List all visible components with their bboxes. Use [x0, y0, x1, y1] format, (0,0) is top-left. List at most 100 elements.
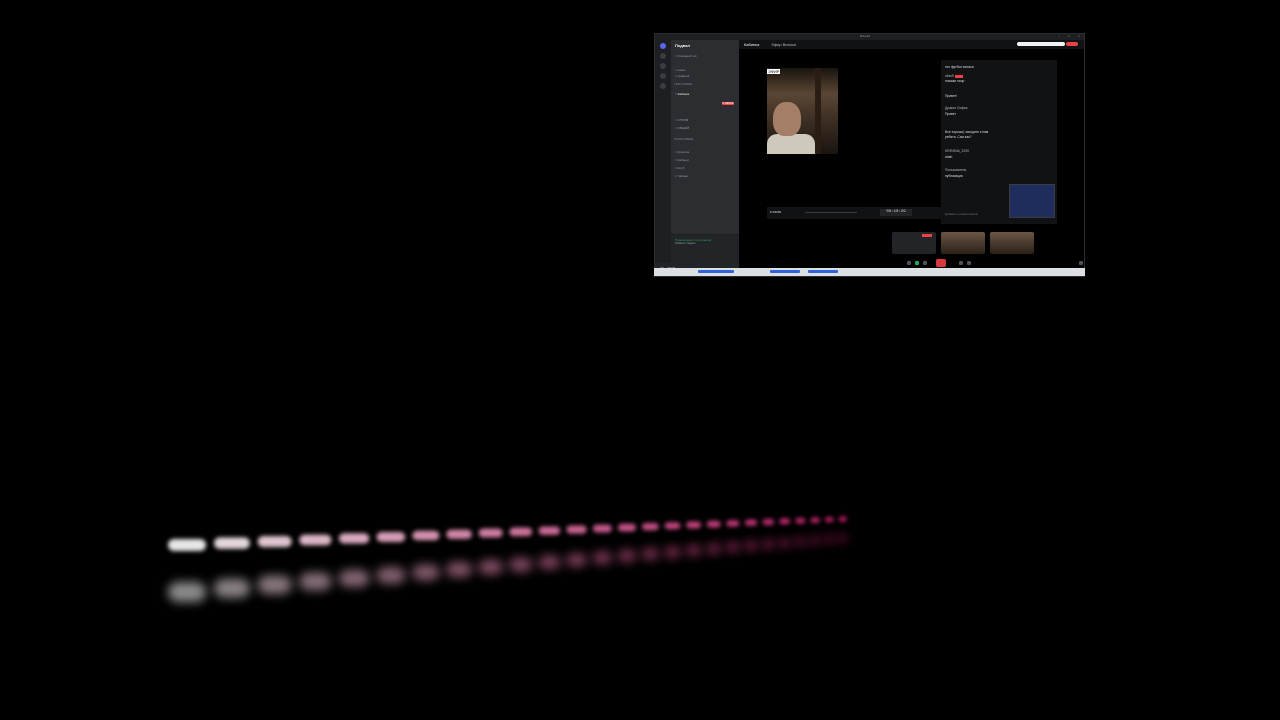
preview-thumbnail[interactable] [1009, 184, 1055, 218]
channel-item[interactable]: Курилка [675, 150, 689, 154]
person-face [773, 102, 801, 136]
participant-tiles [739, 232, 1084, 254]
minimize-icon[interactable]: – [1057, 35, 1061, 38]
chat-message: Привет! [945, 94, 957, 98]
streak-dash [214, 578, 250, 598]
streak-dash [412, 530, 440, 541]
streak-dash [478, 528, 503, 538]
camera-icon[interactable] [915, 261, 919, 265]
chat-message: vitas9 [945, 74, 963, 78]
streak-dash [825, 516, 834, 523]
streak-dash [338, 569, 370, 587]
streak-dash [762, 518, 775, 526]
streak-dash [641, 523, 659, 531]
server-icon[interactable] [660, 53, 666, 59]
streak-dash [744, 519, 758, 526]
os-taskbar [654, 268, 1085, 276]
streak-dash [509, 527, 533, 537]
streak-dash [412, 564, 440, 581]
chat-message: это футбол витаса [945, 65, 974, 69]
category-label[interactable]: Голосовые [674, 137, 693, 141]
taskbar-item[interactable] [770, 270, 800, 273]
channel-item[interactable]: СТРИМ [675, 118, 689, 122]
streak-dash [618, 523, 636, 532]
header-button[interactable] [1017, 42, 1065, 46]
main-area: Кабинка Эфир Витаса ЭФИР В ЭФИРЕ 00:10:2… [739, 40, 1084, 276]
fullscreen-icon[interactable] [1079, 261, 1083, 265]
chat-panel: это футбол витаса vitas9 покажи лицо При… [941, 60, 1057, 224]
streak-dash [810, 535, 820, 546]
streak-dash [257, 536, 292, 548]
streak-dash [726, 541, 740, 553]
taskbar-item[interactable] [698, 270, 734, 273]
streak-dash [664, 522, 681, 530]
participant-tile[interactable] [892, 232, 936, 254]
streak-dash [779, 537, 791, 548]
streak-dash [795, 517, 806, 524]
chat-message: KRISHNA_2205 [945, 149, 969, 153]
streak-dash [744, 540, 758, 551]
close-icon[interactable]: × [1077, 35, 1081, 38]
channel-header: Кабинка Эфир Витаса [739, 40, 1084, 49]
streak-dash [618, 549, 636, 563]
streak-dash [168, 539, 206, 551]
channel-title: Кабинка [744, 42, 760, 47]
disconnect-button[interactable] [936, 259, 946, 267]
channel-item[interactable]: Клуб [675, 166, 685, 170]
streak-dash [376, 532, 406, 542]
call-controls [739, 258, 1084, 268]
chat-message: Пользователь [945, 168, 967, 172]
streak-dash [686, 544, 702, 557]
webcam-video[interactable]: ЭФИР [767, 68, 838, 154]
voice-status-sub: Кабинка / Подвал [675, 242, 696, 245]
streak-dash [509, 557, 533, 572]
channel-topic: Эфир Витаса [771, 42, 796, 47]
server-icon[interactable] [660, 73, 666, 79]
channel-item[interactable]: мемы [675, 68, 686, 72]
channel-item[interactable]: ОБЩИЙ [675, 126, 689, 130]
chat-message: Дракон Софья [945, 106, 968, 110]
channel-item[interactable]: Основной чат [675, 54, 697, 58]
microphone-icon[interactable] [907, 261, 911, 265]
activity-icon[interactable] [959, 261, 963, 265]
stream-stage: ЭФИР В ЭФИРЕ 00:10:29 [767, 60, 941, 224]
background-door [815, 68, 821, 154]
screen-share-icon[interactable] [923, 261, 927, 265]
participant-tile[interactable] [941, 232, 985, 254]
streak-dash [446, 561, 472, 578]
home-icon[interactable] [660, 43, 666, 49]
streak-dash [299, 572, 332, 591]
live-indicator [1066, 42, 1078, 46]
taskbar-item[interactable] [808, 270, 838, 273]
streak-dash [762, 539, 775, 550]
streak-dash [810, 517, 820, 523]
server-name[interactable]: Подвал [675, 43, 690, 48]
live-label: В ЭФИРЕ [770, 211, 782, 214]
add-server-icon[interactable] [660, 83, 666, 89]
chat-input[interactable]: Добавить комментарий [945, 212, 978, 216]
streak-dash [257, 575, 292, 594]
streak-dash [214, 537, 250, 549]
window-title: Discord [860, 34, 871, 38]
streak-dash [538, 555, 561, 570]
streak-dash [838, 516, 847, 522]
live-badge [922, 234, 932, 237]
channel-item[interactable]: Чайная [675, 174, 688, 178]
streak-dash [538, 526, 561, 535]
streak-dash [478, 559, 503, 575]
volume-slider[interactable] [805, 212, 857, 213]
person-body [767, 134, 815, 154]
server-icon[interactable] [660, 63, 666, 69]
channel-item[interactable]: Кабинет [675, 158, 689, 162]
streak-dash [664, 546, 681, 559]
channel-item-active[interactable]: Кабинка [675, 92, 690, 96]
channel-item[interactable]: правила [675, 74, 690, 78]
more-icon[interactable] [967, 261, 971, 265]
maximize-icon[interactable]: □ [1067, 35, 1071, 38]
streak-dash [706, 520, 721, 528]
playback-bar: В ЭФИРЕ 00:10:29 [767, 207, 941, 219]
category-label[interactable]: Текстовые [674, 82, 692, 86]
streak-dash [592, 524, 612, 533]
participant-tile[interactable] [990, 232, 1034, 254]
chat-message: публикация [945, 174, 963, 178]
